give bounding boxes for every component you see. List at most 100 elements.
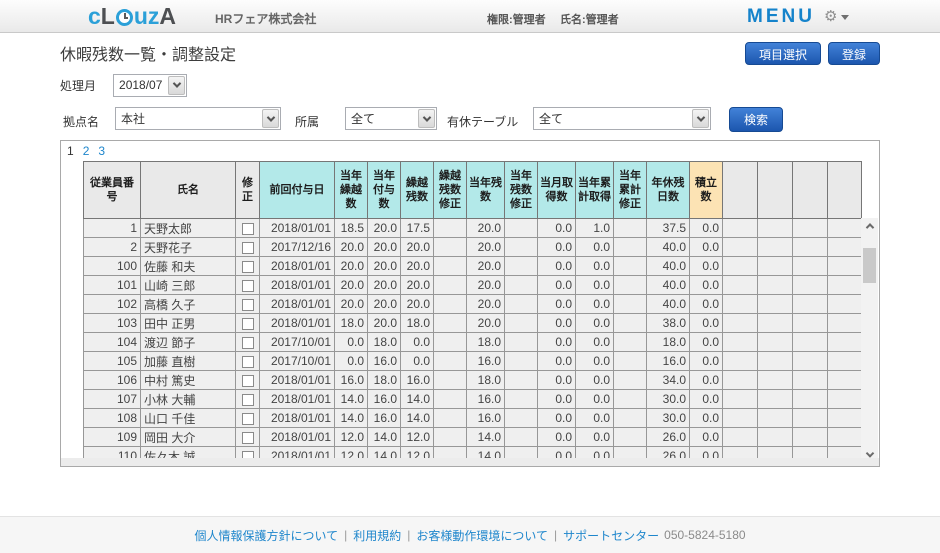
value-cell: 0.0 — [689, 427, 723, 447]
value-cell: 16.0 — [367, 389, 401, 409]
fix-checkbox-cell — [235, 389, 260, 409]
value-cell: 18.5 — [334, 218, 368, 238]
value-cell: 0.0 — [537, 351, 576, 371]
department-select[interactable]: 全て — [345, 107, 437, 130]
value-cell — [613, 313, 647, 333]
employee-name-cell: 天野花子 — [140, 237, 236, 257]
value-cell: 0.0 — [334, 351, 368, 371]
value-cell — [613, 256, 647, 276]
empty-cell — [792, 408, 828, 428]
table-header-row: 従業員番号 氏名 修正 前回付与日 当年繰越数 当年付与数 繰越残数 繰越残数修正 当年残数 当年… — [83, 161, 862, 219]
empty-cell — [722, 332, 758, 352]
fix-checkbox[interactable] — [241, 431, 254, 444]
value-cell — [504, 351, 538, 371]
fix-checkbox[interactable] — [241, 374, 254, 387]
horizontal-scrollbar[interactable] — [61, 458, 879, 466]
value-cell: 16.0 — [367, 351, 401, 371]
search-button[interactable]: 検索 — [729, 107, 784, 132]
value-cell — [504, 408, 538, 428]
value-cell — [433, 256, 467, 276]
value-cell: 20.0 — [400, 275, 434, 295]
value-cell: 30.0 — [646, 389, 690, 409]
footer-link[interactable]: 利用規約 — [353, 527, 401, 544]
menu-button[interactable]: MENU — [747, 6, 815, 28]
employee-number-cell: 105 — [83, 351, 141, 371]
value-cell: 0.0 — [537, 294, 576, 314]
value-cell — [504, 332, 538, 352]
footer-separator: | — [344, 528, 348, 542]
footer-link[interactable]: お客様動作環境について — [416, 527, 548, 544]
value-cell: 16.0 — [367, 408, 401, 428]
value-cell — [504, 237, 538, 257]
fix-checkbox[interactable] — [241, 317, 254, 330]
empty-cell — [757, 370, 793, 390]
fix-checkbox-cell — [235, 237, 260, 257]
settings-dropdown[interactable]: ⚙ — [824, 7, 850, 25]
empty-cell — [757, 389, 793, 409]
empty-cell — [792, 351, 828, 371]
value-cell: 0.0 — [575, 332, 614, 352]
grant-date-cell: 2017/10/01 — [259, 351, 335, 371]
vertical-scrollbar[interactable] — [861, 218, 878, 460]
empty-cell — [792, 389, 828, 409]
fix-checkbox[interactable] — [241, 279, 254, 292]
app-logo[interactable]: c L uz A — [88, 3, 176, 30]
item-select-button[interactable]: 項目選択 — [744, 41, 821, 65]
value-cell: 20.0 — [400, 237, 434, 257]
employee-number-cell: 106 — [83, 370, 141, 390]
fix-checkbox[interactable] — [241, 241, 254, 254]
value-cell: 38.0 — [646, 313, 690, 333]
empty-cell — [757, 351, 793, 371]
value-cell: 20.0 — [334, 256, 368, 276]
footer-link[interactable]: サポートセンター — [563, 527, 659, 544]
employee-number-cell: 108 — [83, 408, 141, 428]
fix-checkbox-cell — [235, 275, 260, 295]
value-cell: 18.0 — [466, 370, 505, 390]
empty-cell — [792, 275, 828, 295]
fix-checkbox[interactable] — [241, 393, 254, 406]
value-cell: 30.0 — [646, 408, 690, 428]
register-button[interactable]: 登録 — [827, 41, 880, 65]
fix-checkbox-cell — [235, 218, 260, 238]
fix-checkbox[interactable] — [241, 412, 254, 425]
value-cell: 0.0 — [689, 370, 723, 390]
empty-cell — [722, 256, 758, 276]
topbar: c L uz A HRフェア株式会社 権限:管理者 氏名:管理者 MENU ⚙ — [0, 0, 940, 33]
scrollbar-thumb[interactable] — [863, 248, 876, 283]
empty-cell — [722, 427, 758, 447]
value-cell: 40.0 — [646, 275, 690, 295]
fix-checkbox[interactable] — [241, 355, 254, 368]
value-cell: 0.0 — [537, 427, 576, 447]
processing-month-select[interactable]: 2018/07 — [113, 73, 188, 97]
page-link-3[interactable]: 3 — [98, 144, 105, 158]
fix-checkbox[interactable] — [241, 298, 254, 311]
leave-table-select[interactable]: 全て — [533, 107, 711, 130]
empty-cell — [722, 408, 758, 428]
value-cell: 16.0 — [334, 370, 368, 390]
value-cell: 16.0 — [466, 389, 505, 409]
fix-checkbox[interactable] — [241, 336, 254, 349]
value-cell — [504, 313, 538, 333]
page-link-2[interactable]: 2 — [83, 144, 90, 158]
value-cell: 0.0 — [575, 351, 614, 371]
column-header: 当年付与数 — [367, 161, 401, 219]
value-cell — [613, 218, 647, 238]
value-cell: 40.0 — [646, 294, 690, 314]
footer-link[interactable]: 個人情報保護方針について — [194, 527, 338, 544]
value-cell: 12.0 — [400, 427, 434, 447]
fix-checkbox[interactable] — [241, 260, 254, 273]
location-value: 本社 — [121, 112, 146, 126]
empty-cell — [827, 256, 862, 276]
logo-letter: L — [100, 3, 115, 29]
value-cell: 0.0 — [334, 332, 368, 352]
grant-date-cell: 2017/12/16 — [259, 237, 335, 257]
value-cell: 0.0 — [537, 237, 576, 257]
fix-checkbox[interactable] — [241, 222, 254, 235]
value-cell: 14.0 — [400, 389, 434, 409]
table-row: 1 天野太郎 2018/01/01 18.5 20.0 17.5 20.0 0.0 1.0 37.… — [83, 218, 862, 238]
location-select[interactable]: 本社 — [115, 107, 281, 130]
results-panel: 123 従業員番号 氏名 修正 前回付与日 当年繰越数 当年付与数 繰越残数 繰越残数修正 当年… — [60, 140, 880, 467]
scroll-up-arrow[interactable] — [861, 218, 878, 234]
value-cell — [433, 370, 467, 390]
value-cell: 16.0 — [466, 408, 505, 428]
